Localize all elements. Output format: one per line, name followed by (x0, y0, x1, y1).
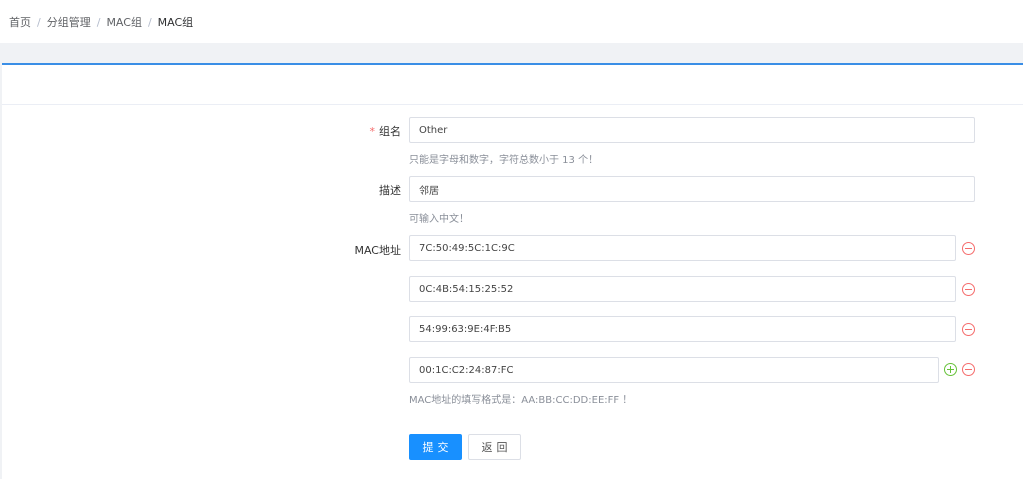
group-name-label: * 组名 (370, 123, 402, 139)
description-hint: 可输入中文！ (409, 214, 469, 225)
group-name-hint: 只能是字母和数字，字符总数小于 13 个！ (409, 155, 599, 166)
breadcrumb-bar: 首页 / 分组管理 / MAC组 / MAC组 (0, 0, 1023, 43)
breadcrumb-current: MAC组 (157, 16, 194, 29)
breadcrumb: 首页 / 分组管理 / MAC组 / MAC组 (9, 14, 193, 30)
required-mark: * (369, 125, 376, 138)
breadcrumb-home[interactable]: 首页 (9, 16, 31, 29)
minus-circle-icon[interactable] (962, 283, 975, 296)
group-name-input[interactable] (409, 117, 975, 143)
mac-hint: MAC地址的填写格式是：AA:BB:CC:DD:EE:FF ！ (409, 395, 633, 406)
plus-circle-icon[interactable] (944, 363, 957, 376)
group-name-label-text: 组名 (379, 125, 401, 138)
minus-circle-icon[interactable] (962, 323, 975, 336)
panel-header (2, 65, 1023, 105)
mac-label: MAC地址 (354, 244, 401, 257)
minus-circle-icon[interactable] (962, 242, 975, 255)
minus-circle-icon[interactable] (962, 363, 975, 376)
description-label: 描述 (379, 184, 401, 197)
breadcrumb-mac-group[interactable]: MAC组 (106, 16, 142, 29)
description-input[interactable] (409, 176, 975, 202)
mac-input-2[interactable] (409, 276, 956, 302)
mac-input-1[interactable] (409, 235, 956, 261)
mac-input-3[interactable] (409, 316, 956, 342)
breadcrumb-group-management[interactable]: 分组管理 (47, 16, 91, 29)
breadcrumb-separator: / (147, 16, 152, 29)
breadcrumb-separator: / (96, 16, 101, 29)
back-button[interactable]: 返回 (468, 434, 521, 460)
breadcrumb-separator: / (37, 16, 41, 29)
mac-input-4[interactable] (409, 357, 939, 383)
submit-button[interactable]: 提交 (409, 434, 462, 460)
